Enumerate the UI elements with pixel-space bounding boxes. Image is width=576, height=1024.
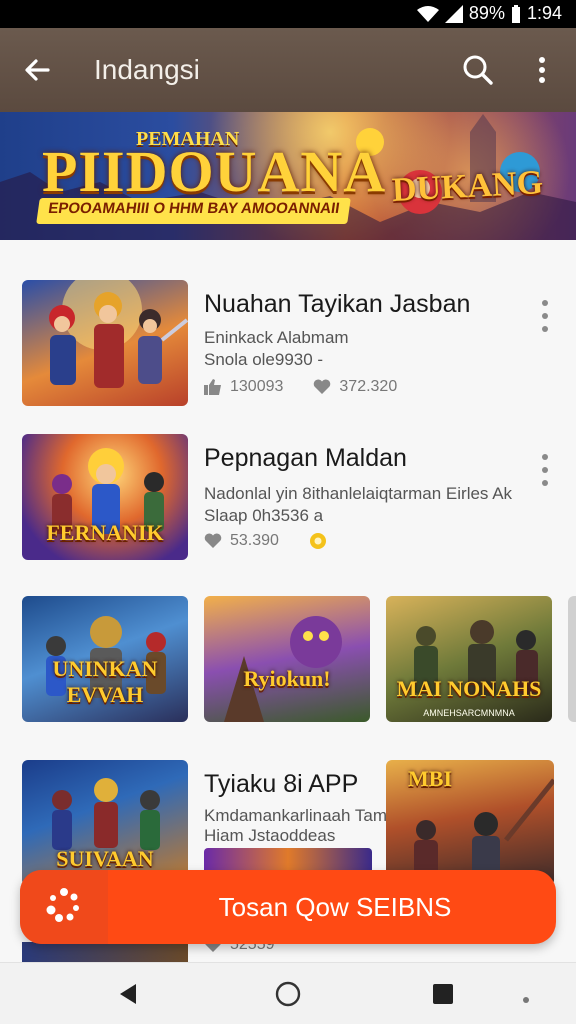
square-recents-icon	[433, 984, 453, 1004]
cta-label: Tosan Qow SEIBNS	[218, 892, 452, 922]
more-vert-icon	[542, 300, 548, 306]
system-nav-bar	[0, 962, 576, 1024]
arrow-left-icon	[25, 59, 50, 81]
search-icon	[463, 55, 493, 85]
grid-card[interactable]: UNINKAN EVVAH	[22, 596, 188, 722]
item-title[interactable]: Nuahan Tayikan Jasban	[204, 290, 470, 319]
nav-back-button[interactable]	[116, 981, 140, 1012]
item-side-artwork[interactable]: MBI	[386, 760, 554, 886]
thumbnail-logo: FERNANIK	[46, 520, 164, 545]
more-vert-icon	[542, 454, 548, 460]
item-subtitle: Eninkack Alabmam	[204, 328, 349, 347]
heart-icon	[314, 379, 331, 394]
heart-icon	[204, 533, 222, 548]
heroes-artwork	[49, 280, 188, 388]
signal-icon	[444, 4, 463, 23]
grid-card[interactable]: MAI NONAHS AMNEHSARCMNMNA	[386, 596, 552, 722]
content-feed[interactable]: Nuahan Tayikan Jasban Eninkack Alabmam S…	[0, 240, 576, 962]
search-button[interactable]	[460, 52, 496, 88]
wifi-icon	[416, 5, 439, 22]
clock: 1:94	[526, 3, 562, 23]
loading-spinner-icon	[46, 888, 79, 922]
thumbs-up-icon	[204, 379, 221, 395]
item-meta: 53.390	[204, 532, 327, 550]
nav-recents-button[interactable]	[432, 983, 454, 1010]
dot-icon	[523, 997, 529, 1003]
featured-grid: UNINKAN EVVAH Ryiokun! MAI NONAHS AMNEHS…	[22, 596, 576, 722]
item-overflow-button[interactable]	[536, 300, 554, 342]
banner-logo: DUKANG	[391, 164, 544, 209]
game-artwork	[414, 620, 538, 696]
nav-home-button[interactable]	[274, 980, 302, 1013]
triangle-back-icon	[120, 984, 136, 1004]
game-logo: Ryiokun!	[243, 666, 331, 691]
coin-icon	[309, 533, 326, 549]
status-bar: 89% 1:94	[0, 0, 576, 28]
back-button[interactable]	[20, 52, 56, 88]
promo-banner[interactable]: PEMAHAN PIIDOUANA EPOOAMAHIII O HHM BAY …	[0, 112, 576, 240]
item-title[interactable]: Tyiaku 8i APP	[204, 770, 358, 799]
thumbnail-logo: MBI	[408, 766, 452, 791]
battery-level: 89%	[468, 3, 505, 23]
favorite-count: 53.390	[230, 532, 279, 549]
thumbnail-logo: SUIVAAN	[56, 846, 154, 871]
item-title[interactable]: Pepnagan Maldan	[204, 444, 407, 473]
item-subtitle: Nadonlal yin 8ithanlelaiqtarman Eirles A…	[204, 484, 513, 503]
item-detail: Snola ole9930 -	[204, 350, 324, 369]
more-dot	[542, 326, 548, 332]
banner-tagline: EPOOAMAHIII O HHM BAY AMOOANNAII	[36, 198, 351, 224]
item-detail: Hiam Jstaoddeas	[204, 826, 336, 845]
list-item[interactable]: Nuahan Tayikan Jasban Eninkack Alabmam S…	[22, 280, 562, 408]
grid-card-peek[interactable]	[568, 596, 576, 722]
item-thumbnail[interactable]	[22, 280, 188, 406]
more-vert-icon	[539, 57, 545, 83]
item-thumbnail[interactable]: SUIVAAN	[22, 760, 188, 886]
game-logo: MAI NONAHS	[396, 676, 542, 701]
list-item[interactable]: FERNANIK Pepnagan Maldan Nadonlal yin 8i…	[22, 434, 562, 562]
favorite-count: 372.320	[339, 378, 398, 395]
item-overflow-button[interactable]	[536, 454, 554, 496]
app-title: Indangsi	[94, 54, 200, 85]
banner-title: PIIDOUANA	[42, 139, 387, 204]
more-dot	[542, 313, 548, 319]
item-detail: Slaap 0h3536 a	[204, 506, 324, 525]
game-logo: UNINKAN EVVAH	[52, 656, 158, 707]
app-bar: Indangsi	[0, 28, 576, 112]
overflow-menu-button[interactable]	[528, 52, 556, 88]
cta-button[interactable]: Tosan Qow SEIBNS	[20, 870, 556, 944]
item-thumbnail[interactable]: FERNANIK	[22, 434, 188, 560]
game-artwork	[224, 616, 342, 722]
more-dot	[542, 480, 548, 486]
more-dot	[542, 467, 548, 473]
circle-home-icon	[275, 981, 301, 1007]
item-meta: 130093 372.320	[204, 378, 397, 396]
item-subtitle: Kmdamankarlinaah Tam	[204, 806, 387, 825]
next-item-thumbnail-peek[interactable]	[22, 942, 188, 962]
nav-extra-dot	[522, 991, 530, 1009]
like-count: 130093	[230, 378, 284, 395]
game-logo-subtitle: AMNEHSARCMNMNA	[423, 708, 515, 718]
grid-card[interactable]: Ryiokun!	[204, 596, 370, 722]
cta-icon-area	[20, 870, 108, 944]
status-icons: 89% 1:94	[416, 3, 562, 24]
battery-icon	[511, 4, 520, 23]
